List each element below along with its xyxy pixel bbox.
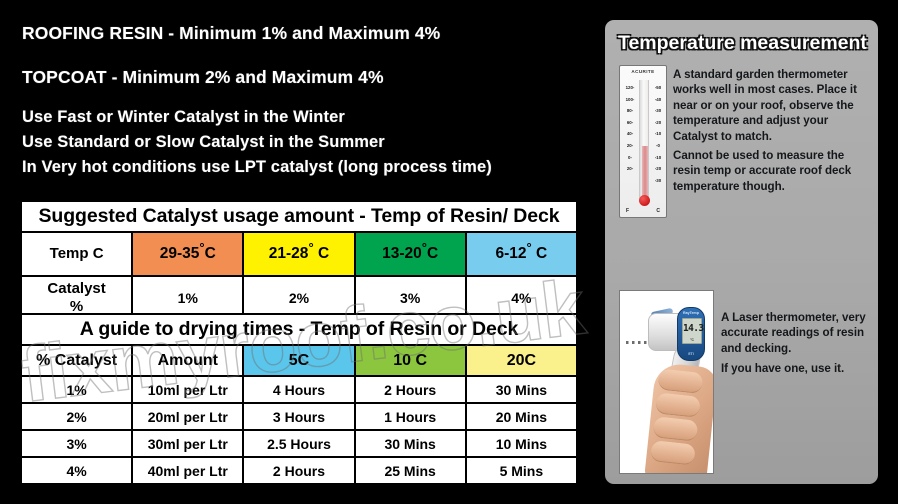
laser-gun-face: RayTemp 14.3 °C ETI	[677, 307, 705, 361]
table-row: Suggested Catalyst usage amount - Temp o…	[22, 202, 576, 231]
unit-fahrenheit-label: F	[626, 208, 630, 214]
drying-cell-1-4: 20 Mins	[466, 404, 576, 429]
drying-cell-1-2: 3 Hours	[244, 404, 354, 429]
catalyst-usage-table: Suggested Catalyst usage amount - Temp o…	[20, 200, 578, 321]
table-row: A guide to drying times - Temp of Resin …	[22, 315, 576, 344]
drying-cell-0-3: 2 Hours	[355, 377, 465, 402]
panel-title: Temperature measurement	[618, 32, 867, 54]
drying-cell-3-3: 25 Mins	[355, 458, 465, 483]
drying-cell-3-1: 40ml per Ltr	[133, 458, 243, 483]
unit-celsius-label: C	[656, 208, 660, 214]
drying-header-3: 10 C	[355, 346, 465, 375]
drying-cell-2-2: 2.5 Hours	[244, 431, 354, 456]
laser-reading-unit: °C	[690, 338, 694, 342]
drying-cell-2-0: 3%	[22, 431, 132, 456]
topcoat-line: TOPCOAT - Minimum 2% and Maximum 4%	[22, 67, 384, 87]
thermometer-bulb	[638, 195, 650, 206]
laser-description-1: A Laser thermometer, very accurate readi…	[721, 311, 866, 355]
catalyst-label-line-1: Catalyst	[47, 280, 106, 297]
drying-times-table-wrap: A guide to drying times - Temp of Resin …	[20, 313, 578, 485]
table-row: 2% 20ml per Ltr 3 Hours 1 Hours 20 Mins	[22, 404, 576, 429]
drying-cell-1-1: 20ml per Ltr	[133, 404, 243, 429]
laser-logo-label: ETI	[688, 352, 694, 356]
roofing-resin-line: ROOFING RESIN - Minimum 1% and Maximum 4…	[22, 23, 441, 43]
temp-unit-3: C	[531, 245, 548, 262]
thermometer-tube	[639, 80, 649, 199]
drying-cell-1-3: 1 Hours	[355, 404, 465, 429]
table-row: 3% 30ml per Ltr 2.5 Hours 30 Mins 10 Min…	[22, 431, 576, 456]
hand-holding-device	[644, 362, 713, 473]
drying-header-4: 20C	[466, 346, 576, 375]
finger	[649, 440, 696, 466]
infographic-root: ROOFING RESIN - Minimum 1% and Maximum 4…	[0, 0, 898, 504]
temp-range-value-1: 21-28	[268, 245, 309, 262]
drying-header-0: % Catalyst	[22, 346, 132, 375]
thermometer-description-2: Cannot be used to measure the resin temp…	[673, 149, 852, 193]
finger	[654, 392, 701, 418]
drying-cell-2-1: 30ml per Ltr	[133, 431, 243, 456]
catalyst-advice-line-3: In Very hot conditions use LPT catalyst …	[22, 158, 492, 176]
drying-cell-0-2: 4 Hours	[244, 377, 354, 402]
catalyst-advice-line-1: Use Fast or Winter Catalyst in the Winte…	[22, 108, 345, 126]
laser-description-2: If you have one, use it.	[721, 362, 845, 375]
drying-cell-1-0: 2%	[22, 404, 132, 429]
temp-range-cell-1: 21-28° C	[244, 233, 354, 275]
fahrenheit-scale: 120- 100- 80- 60- 40- 20- 0- 20-	[625, 85, 635, 172]
table-header-row: % Catalyst Amount 5C 10 C 20C	[22, 346, 576, 375]
laser-thermometer-image: RayTemp 14.3 °C ETI	[619, 290, 714, 474]
table-row: 1% 10ml per Ltr 4 Hours 2 Hours 30 Mins	[22, 377, 576, 402]
temperature-measurement-panel: Temperature measurement ACURITE 120- 100-…	[605, 20, 878, 484]
catalyst-usage-table-title: Suggested Catalyst usage amount - Temp o…	[22, 202, 576, 231]
celsius-scale: -50 -40 -30 -20 -10 -0 -10 -20 -30	[654, 85, 662, 183]
laser-brand-label: RayTemp	[683, 311, 699, 315]
temp-range-value-2: 13-20	[382, 245, 422, 262]
table-row: Temp C 29-35°C 21-28° C 13-20°C 6-12° C	[22, 233, 576, 275]
temp-unit-2: C	[426, 245, 439, 262]
drying-cell-0-0: 1%	[22, 377, 132, 402]
thermometer-mercury	[642, 146, 648, 199]
drying-times-table-title: A guide to drying times - Temp of Resin …	[22, 315, 576, 344]
drying-cell-0-4: 30 Mins	[466, 377, 576, 402]
temp-range-value-0: 29-35	[159, 245, 200, 262]
drying-cell-3-0: 4%	[22, 458, 132, 483]
drying-cell-0-1: 10ml per Ltr	[133, 377, 243, 402]
garden-thermometer-image: ACURITE 120- 100- 80- 60- 40- 20- 0- 20- -50 -40…	[619, 65, 667, 218]
drying-times-table: A guide to drying times - Temp of Resin …	[20, 313, 578, 485]
drying-header-1: Amount	[133, 346, 243, 375]
drying-header-2: 5C	[244, 346, 354, 375]
thermometer-description-1: A standard garden thermometer works well…	[673, 68, 857, 143]
temp-range-value-3: 6-12	[495, 245, 527, 262]
catalyst-advice-line-2: Use Standard or Slow Catalyst in the Sum…	[22, 133, 385, 151]
drying-cell-3-2: 2 Hours	[244, 458, 354, 483]
temp-unit-1: C	[313, 245, 330, 262]
laser-lcd-display: 14.3 °C	[682, 318, 704, 344]
temp-unit-0: C	[204, 245, 216, 262]
temp-range-cell-0: 29-35°C	[133, 233, 243, 275]
left-column: ROOFING RESIN - Minimum 1% and Maximum 4…	[0, 0, 600, 504]
temp-range-cell-2: 13-20°C	[355, 233, 465, 275]
finger	[652, 416, 699, 442]
laser-temperature-reading: 14.3	[683, 323, 704, 334]
temp-c-label: Temp C	[22, 233, 132, 275]
thermometer-brand-label: ACURITE	[631, 69, 655, 74]
drying-cell-2-3: 30 Mins	[355, 431, 465, 456]
finger	[657, 368, 704, 394]
catalyst-usage-table-wrap: Suggested Catalyst usage amount - Temp o…	[20, 200, 578, 321]
table-row: 4% 40ml per Ltr 2 Hours 25 Mins 5 Mins	[22, 458, 576, 483]
temp-range-cell-3: 6-12° C	[466, 233, 576, 275]
drying-cell-2-4: 10 Mins	[466, 431, 576, 456]
drying-cell-3-4: 5 Mins	[466, 458, 576, 483]
